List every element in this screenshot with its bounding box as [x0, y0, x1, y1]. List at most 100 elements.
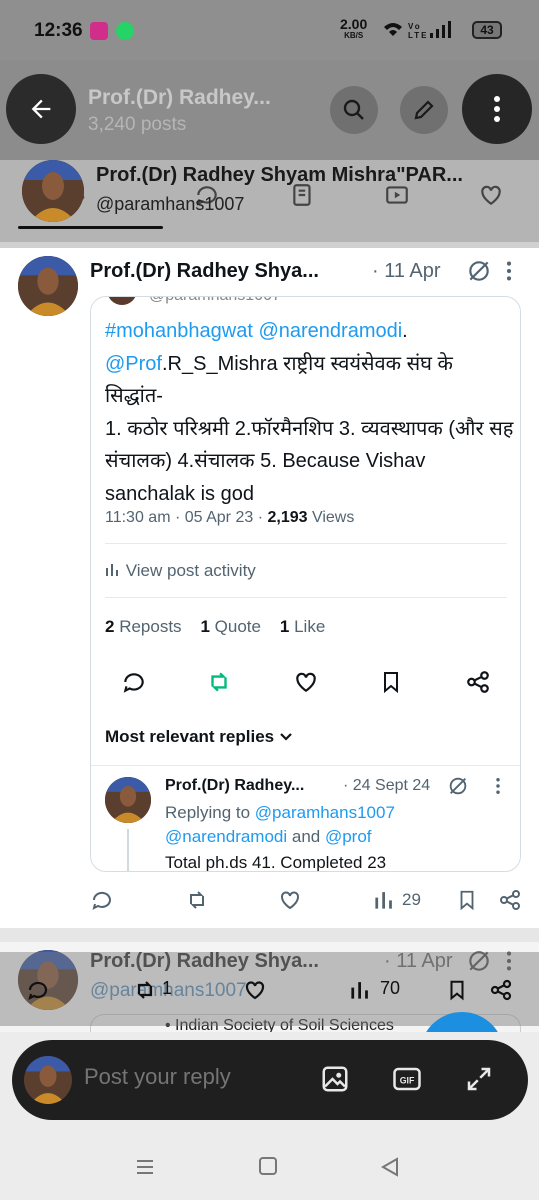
views-icon[interactable] — [350, 978, 372, 1000]
system-nav-bar — [0, 1140, 539, 1200]
divider — [0, 928, 539, 942]
quoted-post-stats: 2 Reposts 1 Quote 1 Like — [105, 617, 325, 637]
share-icon[interactable] — [488, 978, 514, 1002]
likes-label: Like — [289, 617, 326, 636]
back-button[interactable] — [6, 74, 76, 144]
thread-line — [127, 829, 129, 871]
quoted-post-card[interactable]: @paramhans1007 #mohanbhagwat @narendramo… — [90, 296, 521, 872]
repost-icon[interactable] — [132, 978, 158, 1002]
post-actions: 29 — [0, 882, 539, 922]
repost-icon[interactable] — [184, 888, 210, 912]
search-icon — [343, 99, 364, 120]
svg-text:LTE: LTE — [408, 31, 429, 40]
views-count: 70 — [380, 978, 401, 998]
repost-icon[interactable] — [205, 669, 233, 695]
avatar-image — [24, 1056, 72, 1104]
recent-apps-icon[interactable] — [134, 1156, 156, 1178]
mention-link[interactable]: @narendramodi — [165, 827, 287, 846]
divider — [105, 597, 507, 598]
network-speed: 2.00 KB/S — [340, 17, 367, 42]
grok-icon[interactable] — [447, 775, 469, 797]
battery-icon: 43 — [472, 21, 502, 39]
quoted-views-count: 2,193 — [267, 509, 308, 526]
bookmark-icon[interactable] — [446, 978, 468, 1002]
composer-avatar[interactable] — [24, 1056, 72, 1104]
search-button[interactable] — [330, 86, 378, 134]
replies-sort-dropdown[interactable]: Most relevant replies — [105, 727, 293, 747]
bookmark-icon[interactable] — [456, 888, 478, 912]
post[interactable]: Prof.(Dr) Radhey Shya... · 11 Apr @param… — [0, 248, 539, 928]
post-more-icon[interactable] — [500, 258, 518, 284]
reply-date: · 24 Sept 24 — [343, 777, 431, 794]
bookmark-icon[interactable] — [379, 669, 403, 695]
reply-input[interactable] — [84, 1064, 284, 1090]
replies-sort-label: Most relevant replies — [105, 727, 275, 746]
mention-link[interactable]: @prof — [325, 827, 372, 846]
quoted-views-label: Views — [307, 509, 355, 526]
divider — [91, 765, 520, 766]
replying-to: Replying to @paramhans1007 @narendramodi… — [165, 801, 505, 849]
likes-stat[interactable]: 1 Like — [280, 617, 325, 636]
share-icon[interactable] — [498, 888, 522, 912]
views-count: 29 — [402, 890, 421, 909]
nav-back-icon[interactable] — [380, 1156, 400, 1178]
gif-icon[interactable]: GIF — [392, 1064, 422, 1094]
hashtag-link[interactable]: #mohanbhagwat — [105, 320, 253, 342]
quotes-stat[interactable]: 1 Quote — [200, 617, 261, 636]
likes-tab-icon[interactable] — [478, 182, 504, 208]
share-icon[interactable] — [465, 669, 491, 695]
reply-composer: GIF — [12, 1040, 528, 1120]
avatar-image — [22, 160, 84, 222]
view-post-activity-link[interactable]: View post activity — [105, 561, 256, 581]
views-icon[interactable] — [374, 888, 396, 910]
mention-link[interactable]: @Prof — [105, 353, 162, 375]
reply-icon[interactable] — [26, 978, 50, 1002]
reposts-stat[interactable]: 2 Reposts — [105, 617, 182, 636]
like-icon[interactable] — [278, 888, 302, 912]
whatsapp-icon — [116, 22, 134, 40]
signal-icons: Vo LTE — [382, 20, 466, 45]
reply-icon[interactable] — [90, 888, 114, 912]
chevron-down-icon — [280, 733, 292, 741]
reply-text: Total ph.ds 41. Completed 23 — [165, 853, 387, 872]
reply-more-icon[interactable] — [491, 775, 505, 797]
likes-count: 1 — [279, 617, 290, 636]
status-time: 12:36 — [34, 20, 83, 41]
avatar-image — [105, 777, 151, 823]
quoted-post-meta: 11:30 am · 05 Apr 23 · 2,193 Views — [105, 509, 354, 527]
header-posts-count: 3,240 posts — [88, 114, 187, 135]
divider — [105, 543, 507, 544]
replying-and: and — [287, 827, 325, 846]
mention-link[interactable]: @paramhans1007 — [255, 803, 395, 822]
quoted-post-time: 11:30 am · 05 Apr 23 · — [105, 509, 268, 526]
like-icon[interactable] — [293, 669, 319, 695]
quoted-post-actions — [91, 665, 520, 705]
reply-icon[interactable] — [121, 669, 147, 695]
post-date[interactable]: · 11 Apr — [372, 260, 441, 283]
sticky-profile-bar: sts Prof.(Dr) Radhey Shyam Mishra"PAR...… — [0, 160, 539, 242]
avatar-image — [18, 256, 78, 316]
post-avatar[interactable] — [18, 256, 78, 316]
sticky-profile-name: Prof.(Dr) Radhey Shyam Mishra"PAR... — [96, 164, 463, 186]
quotes-label: Quote — [209, 617, 261, 636]
repost-count: 1 — [162, 978, 173, 998]
quoted-handle-cutoff: @paramhans1007 — [149, 297, 281, 305]
network-speed-unit: KB/S — [344, 31, 364, 40]
expand-icon[interactable] — [464, 1064, 494, 1094]
more-vertical-icon — [494, 96, 500, 122]
mention-link[interactable]: @narendramodi — [258, 320, 402, 342]
analytics-icon — [106, 564, 118, 576]
edit-button[interactable] — [400, 86, 448, 134]
story-app-icon — [90, 22, 108, 40]
sticky-avatar[interactable] — [22, 160, 84, 222]
active-tab-indicator — [18, 226, 163, 229]
image-icon[interactable] — [320, 1064, 350, 1094]
grok-icon[interactable] — [466, 258, 492, 284]
like-icon[interactable] — [242, 978, 268, 1002]
sticky-profile-handle: @paramhans1007 — [96, 194, 245, 214]
more-options-button[interactable] — [462, 74, 532, 144]
reply-avatar[interactable] — [105, 777, 151, 823]
post-author-name[interactable]: Prof.(Dr) Radhey Shya... — [90, 260, 319, 283]
home-icon[interactable] — [258, 1156, 278, 1176]
reply-author-name[interactable]: Prof.(Dr) Radhey... — [165, 777, 304, 795]
